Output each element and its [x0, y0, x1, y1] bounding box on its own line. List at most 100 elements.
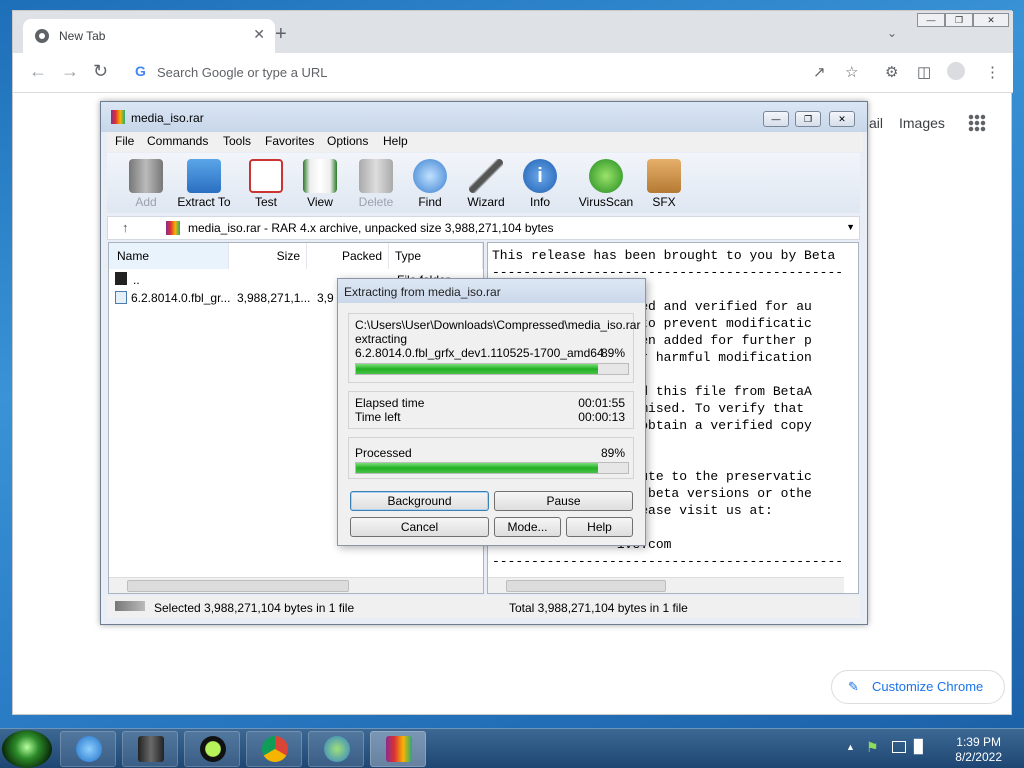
google-icon: G: [135, 63, 146, 79]
taskbar-chrome[interactable]: [246, 731, 302, 767]
status-selected: Selected 3,988,271,104 bytes in 1 file: [154, 601, 355, 615]
cancel-button[interactable]: Cancel: [350, 517, 489, 537]
scroll-thumb[interactable]: [506, 580, 666, 592]
share-icon[interactable]: ↗: [813, 63, 826, 81]
book-icon: [303, 159, 337, 193]
archive-address-bar[interactable]: ↑ media_iso.rar - RAR 4.x archive, unpac…: [107, 216, 860, 240]
wand-icon: [469, 159, 503, 193]
new-tab-button[interactable]: +: [275, 24, 287, 44]
trash-icon: [359, 159, 393, 193]
start-button[interactable]: [2, 730, 52, 768]
signal-icon[interactable]: ▉: [914, 739, 924, 755]
winrar-close-button[interactable]: ✕: [829, 111, 855, 127]
help-button[interactable]: Help: [566, 517, 633, 537]
add-icon: [129, 159, 163, 193]
toolbar-delete-button[interactable]: Delete: [347, 157, 405, 211]
winrar-minimize-button[interactable]: —: [763, 111, 789, 127]
column-size[interactable]: Size: [229, 243, 307, 269]
taskbar-internet-explorer[interactable]: [60, 731, 116, 767]
download-manager-icon: [324, 736, 350, 762]
clock-date: 8/2/2022: [955, 750, 1002, 764]
omnibox-placeholder: Search Google or type a URL: [157, 65, 328, 80]
dropdown-arrow-icon[interactable]: ▼: [846, 222, 855, 232]
tab-close-icon[interactable]: ✕: [253, 26, 265, 43]
extraction-dialog: Extracting from media_iso.rar C:\Users\U…: [337, 278, 646, 546]
mode-button[interactable]: Mode...: [494, 517, 561, 537]
menu-kebab-icon[interactable]: ⋮: [985, 63, 1000, 81]
toolbar-info-button[interactable]: i Info: [511, 157, 569, 211]
file-percent: 89%: [600, 346, 625, 360]
taskbar-winrar-books[interactable]: [122, 731, 178, 767]
network-icon[interactable]: [892, 741, 906, 753]
tab-new-tab[interactable]: New Tab ✕: [23, 19, 275, 53]
processed-label: Processed: [355, 446, 412, 460]
toolbar-find-button[interactable]: Find: [401, 157, 459, 211]
status-total: Total 3,988,271,104 bytes in 1 file: [509, 601, 688, 615]
forward-icon[interactable]: →: [61, 61, 79, 82]
menu-commands[interactable]: Commands: [147, 134, 208, 148]
column-type[interactable]: Type: [389, 243, 483, 269]
archive-icon: [166, 221, 180, 235]
dialog-titlebar[interactable]: Extracting from media_iso.rar: [338, 279, 645, 303]
pencil-icon: ✎: [848, 679, 859, 694]
gmail-link[interactable]: ail: [869, 115, 883, 131]
winrar-icon: [111, 110, 125, 124]
toolbar-wizard-button[interactable]: Wizard: [457, 157, 515, 211]
bookmark-star-icon[interactable]: ☆: [845, 63, 858, 81]
images-link[interactable]: Images: [899, 115, 945, 131]
reload-icon[interactable]: ↻: [93, 61, 108, 82]
elapsed-label: Elapsed time: [355, 396, 425, 410]
tab-search-chevron-icon[interactable]: ⌄: [887, 26, 897, 40]
minimize-button[interactable]: —: [917, 13, 945, 27]
customize-label: Customize Chrome: [872, 679, 984, 694]
profile-avatar-icon[interactable]: [947, 62, 965, 80]
toolbar-extract-to-button[interactable]: Extract To: [175, 157, 233, 211]
restore-button[interactable]: ❐: [945, 13, 973, 27]
toolbar-add-button[interactable]: Add: [117, 157, 175, 211]
winrar-title: media_iso.rar: [131, 111, 204, 125]
taskbar-winrar[interactable]: [370, 731, 426, 767]
tab-title: New Tab: [59, 29, 106, 43]
menu-tools[interactable]: Tools: [223, 134, 251, 148]
clock-time: 1:39 PM: [956, 735, 1001, 749]
bug-icon: [589, 159, 623, 193]
background-button[interactable]: Background: [350, 491, 489, 511]
menu-file[interactable]: File: [115, 134, 134, 148]
up-arrow-icon[interactable]: ↑: [122, 220, 129, 235]
show-hidden-icons[interactable]: ▲: [846, 742, 855, 752]
menu-help[interactable]: Help: [383, 134, 408, 148]
file-progress-bar: [355, 363, 629, 375]
toolbar-sfx-button[interactable]: SFX: [635, 157, 693, 211]
back-icon[interactable]: ←: [29, 61, 47, 82]
customize-chrome-button[interactable]: ✎ Customize Chrome: [831, 670, 1005, 704]
toolbar-test-button[interactable]: Test: [237, 157, 295, 211]
scroll-thumb[interactable]: [127, 580, 349, 592]
omnibox[interactable]: G Search Google or type a URL: [125, 57, 873, 87]
toolbar-virusscan-button[interactable]: VirusScan: [577, 157, 635, 211]
drive-icon: [115, 601, 145, 611]
flag-icon[interactable]: ⚑: [866, 739, 879, 756]
taskbar-download-manager[interactable]: [308, 731, 364, 767]
winrar-maximize-button[interactable]: ❐: [795, 111, 821, 127]
winrar-titlebar[interactable]: media_iso.rar — ❐ ✕: [101, 102, 867, 132]
side-panel-icon[interactable]: ◫: [917, 63, 931, 81]
pause-button[interactable]: Pause: [494, 491, 633, 511]
system-clock[interactable]: 1:39 PM 8/2/2022: [955, 735, 1002, 765]
viewer-horizontal-scrollbar[interactable]: [488, 577, 844, 593]
winrar-books-icon: [138, 736, 164, 762]
file-progress-fill: [356, 364, 599, 374]
chrome-icon: [262, 736, 288, 762]
menu-options[interactable]: Options: [327, 134, 368, 148]
processed-progress-fill: [356, 463, 599, 473]
column-packed[interactable]: Packed: [307, 243, 389, 269]
close-button[interactable]: ✕: [973, 13, 1009, 27]
list-horizontal-scrollbar[interactable]: [109, 577, 483, 593]
folder-up-icon: [115, 272, 127, 285]
google-apps-icon[interactable]: [968, 114, 986, 132]
taskbar-media-player[interactable]: [184, 731, 240, 767]
toolbar-view-button[interactable]: View: [291, 157, 349, 211]
column-name[interactable]: Name: [109, 243, 229, 269]
media-player-icon: [200, 736, 226, 762]
menu-favorites[interactable]: Favorites: [265, 134, 314, 148]
extensions-icon[interactable]: ⚙: [885, 63, 898, 81]
